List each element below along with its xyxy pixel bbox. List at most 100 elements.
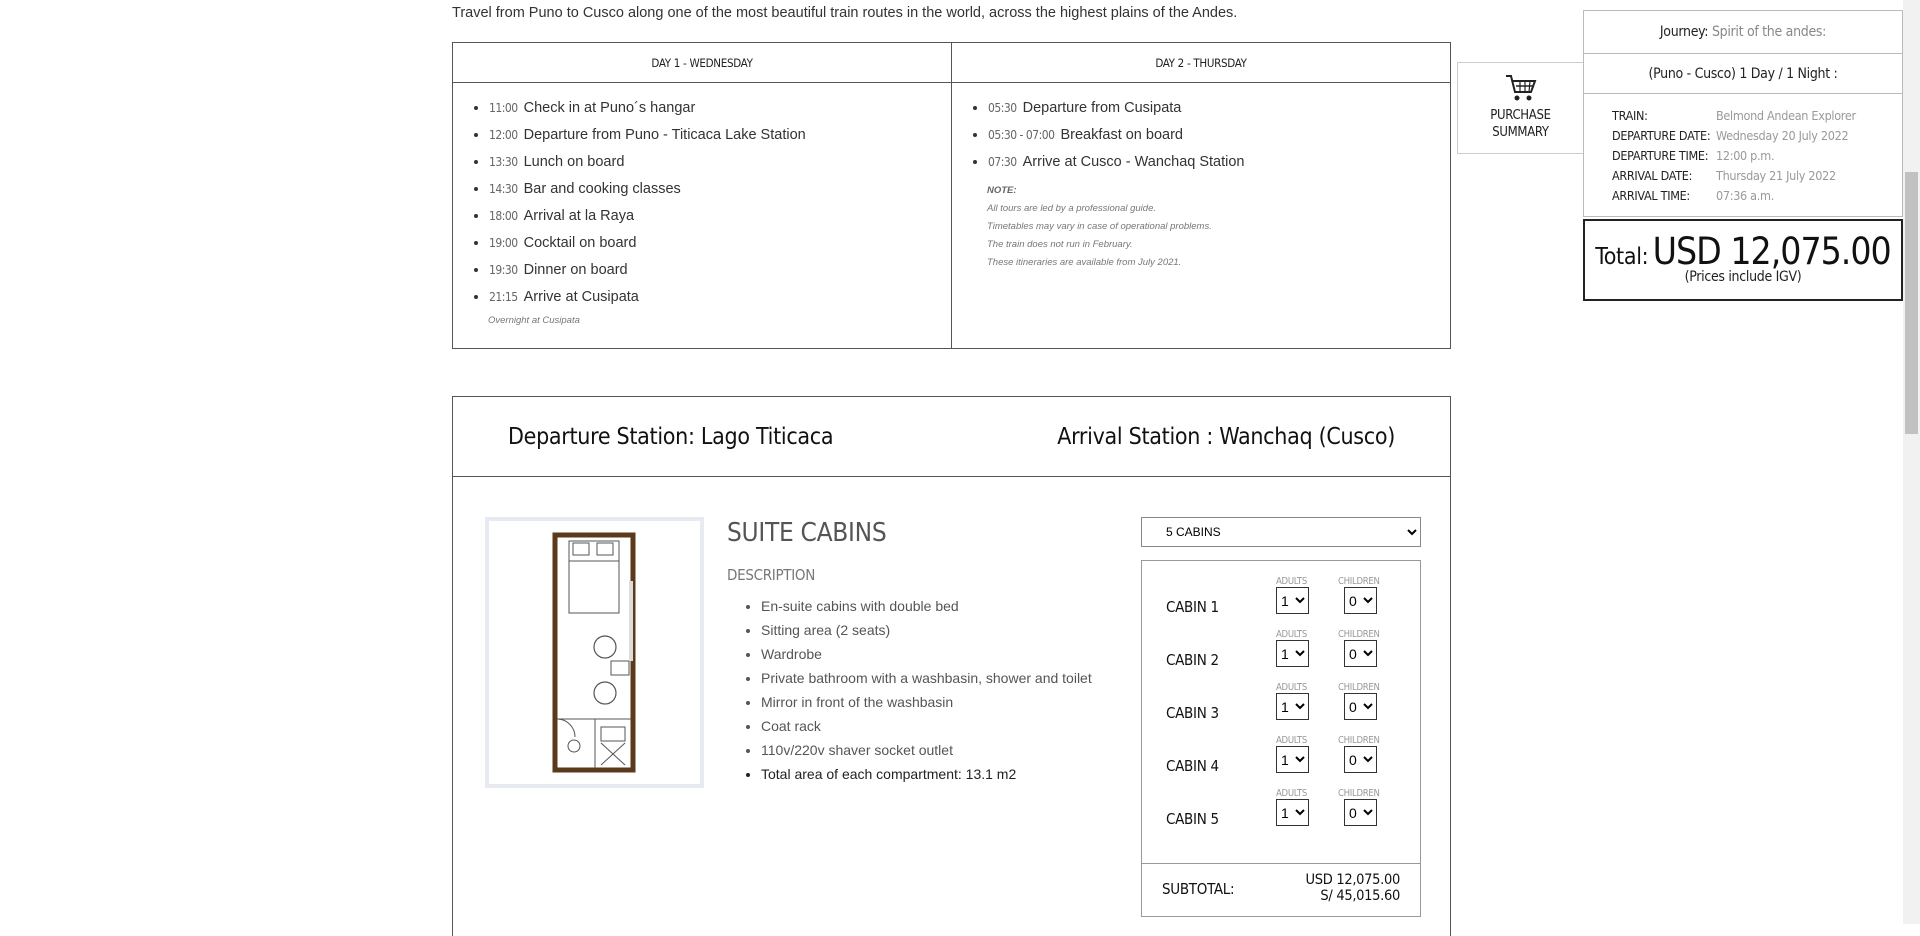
feature-item: Coat rack bbox=[761, 714, 1092, 738]
day-2-header: DAY 2 - THURSDAY bbox=[952, 43, 1450, 83]
schedule-item: 21:15 Arrive at Cusipata bbox=[489, 284, 951, 311]
schedule-time: 19:00 bbox=[489, 236, 518, 250]
schedule-time: 05:30 bbox=[988, 101, 1017, 115]
schedule-item: 19:30 Dinner on board bbox=[489, 257, 951, 284]
cabin-row: CABIN 3 ADULTS CHILDREN 1 0 bbox=[1142, 682, 1420, 735]
schedule-time: 11:00 bbox=[489, 101, 518, 115]
cabin-name: CABIN 5 bbox=[1166, 810, 1219, 828]
stations-bar: Departure Station: Lago Titicaca Arrival… bbox=[452, 396, 1451, 477]
summary-key: DEPARTURE DATE: bbox=[1612, 128, 1711, 143]
purchase-summary-label-2: SUMMARY bbox=[1492, 125, 1549, 140]
children-label: CHILDREN bbox=[1338, 682, 1380, 693]
schedule-item: 14:30 Bar and cooking classes bbox=[489, 176, 951, 203]
feature-item: Mirror in front of the washbasin bbox=[761, 690, 1092, 714]
feature-item: Private bathroom with a washbasin, showe… bbox=[761, 666, 1092, 690]
schedule-time: 18:00 bbox=[489, 209, 518, 223]
cabin-row: CABIN 1 ADULTS CHILDREN 1 0 bbox=[1142, 576, 1420, 629]
page-scrollbar[interactable] bbox=[1903, 0, 1920, 924]
schedule-time: 13:30 bbox=[489, 155, 518, 169]
cabin-features: En-suite cabins with double bed Sitting … bbox=[727, 594, 1092, 786]
children-select[interactable]: 0 bbox=[1344, 799, 1377, 826]
schedule-item: 11:00 Check in at Puno´s hangar bbox=[489, 95, 951, 122]
cabin-floor-plan bbox=[485, 517, 704, 788]
schedule-time: 21:15 bbox=[489, 290, 518, 304]
adults-select[interactable]: 1 bbox=[1276, 746, 1309, 773]
schedule-time: 12:00 bbox=[489, 128, 518, 142]
day-1-header: DAY 1 - WEDNESDAY bbox=[453, 43, 951, 83]
subtotal-usd: USD 12,075.00 bbox=[1305, 872, 1401, 888]
description-title: DESCRIPTION bbox=[727, 566, 816, 584]
adults-select[interactable]: 1 bbox=[1276, 799, 1309, 826]
total-value: USD 12,075.00 bbox=[1652, 230, 1892, 273]
schedule-text: Departure from Cusipata bbox=[1022, 100, 1182, 116]
adults-select[interactable]: 1 bbox=[1276, 587, 1309, 614]
itinerary-notes: NOTE: All tours are led by a professiona… bbox=[987, 182, 1450, 272]
cabin-row: CABIN 5 ADULTS CHILDREN 1 0 bbox=[1142, 788, 1420, 841]
feature-item: 110v/220v shaver socket outlet bbox=[761, 738, 1092, 762]
children-label: CHILDREN bbox=[1338, 788, 1380, 799]
adults-label: ADULTS bbox=[1276, 629, 1307, 640]
note-line: Timetables may vary in case of operation… bbox=[987, 221, 1212, 232]
summary-key: ARRIVAL DATE: bbox=[1612, 168, 1693, 183]
children-select[interactable]: 0 bbox=[1344, 746, 1377, 773]
purchase-summary-button[interactable]: PURCHASE SUMMARY bbox=[1457, 62, 1584, 154]
cabin-name: CABIN 2 bbox=[1166, 651, 1219, 669]
subtotal-row: SUBTOTAL: USD 12,075.00 S/ 45,015.60 bbox=[1142, 863, 1420, 916]
summary-total: Total: USD 12,075.00 (Prices include IGV… bbox=[1583, 219, 1903, 301]
schedule-item: 05:30 - 07:00 Breakfast on board bbox=[988, 122, 1450, 149]
summary-route: (Puno - Cusco) 1 Day / 1 Night : bbox=[1583, 54, 1903, 94]
day-1-schedule: 11:00 Check in at Puno´s hangar 12:00 Depa… bbox=[453, 95, 951, 311]
cabin-count-select[interactable]: 5 CABINS bbox=[1141, 517, 1421, 547]
summary-key: TRAIN: bbox=[1612, 108, 1648, 123]
intro-text: Travel from Puno to Cusco along one of t… bbox=[452, 5, 1238, 21]
schedule-time: 19:30 bbox=[489, 263, 518, 277]
schedule-time: 14:30 bbox=[489, 182, 518, 196]
overnight-note: Overnight at Cusipata bbox=[488, 315, 580, 326]
children-select[interactable]: 0 bbox=[1344, 587, 1377, 614]
schedule-text: Arrive at Cusco - Wanchaq Station bbox=[1022, 154, 1245, 170]
cabin-name: CABIN 3 bbox=[1166, 704, 1219, 722]
schedule-text: Check in at Puno´s hangar bbox=[523, 100, 696, 116]
children-label: CHILDREN bbox=[1338, 629, 1380, 640]
cabin-row: CABIN 4 ADULTS CHILDREN 1 0 bbox=[1142, 735, 1420, 788]
feature-item: En-suite cabins with double bed bbox=[761, 594, 1092, 618]
schedule-time: 05:30 - 07:00 bbox=[988, 128, 1055, 142]
cabin-type-title: SUITE CABINS bbox=[727, 518, 887, 548]
schedule-text: Arrive at Cusipata bbox=[523, 289, 639, 305]
schedule-item: 05:30 Departure from Cusipata bbox=[988, 95, 1450, 122]
journey-label: Journey: bbox=[1659, 24, 1709, 40]
adults-label: ADULTS bbox=[1276, 576, 1307, 587]
arrival-station: Arrival Station : Wanchaq (Cusco) bbox=[1057, 423, 1395, 450]
summary-value: Wednesday 20 July 2022 bbox=[1716, 128, 1849, 143]
summary-row: ARRIVAL TIME: 07:36 a.m. bbox=[1612, 186, 1902, 206]
adults-label: ADULTS bbox=[1276, 735, 1307, 746]
cabin-section: SUITE CABINS DESCRIPTION En-suite cabins… bbox=[452, 476, 1451, 936]
note-line: These itineraries are available from Jul… bbox=[987, 257, 1182, 268]
departure-station: Departure Station: Lago Titicaca bbox=[508, 423, 834, 450]
feature-item: Wardrobe bbox=[761, 642, 1092, 666]
cabin-name: CABIN 1 bbox=[1166, 598, 1219, 616]
feature-item: Sitting area (2 seats) bbox=[761, 618, 1092, 642]
day-2-column: DAY 2 - THURSDAY 05:30 Departure from Cus… bbox=[951, 43, 1450, 348]
scrollbar-thumb[interactable] bbox=[1905, 172, 1918, 434]
summary-row: DEPARTURE TIME: 12:00 p.m. bbox=[1612, 146, 1902, 166]
schedule-item: 13:30 Lunch on board bbox=[489, 149, 951, 176]
feature-item: Total area of each compartment: 13.1 m2 bbox=[761, 762, 1092, 786]
cabin-occupancy-box: CABIN 1 ADULTS CHILDREN 1 0 CABIN 2 ADUL… bbox=[1141, 560, 1421, 917]
adults-select[interactable]: 1 bbox=[1276, 640, 1309, 667]
shopping-cart-icon bbox=[1505, 75, 1536, 101]
journey-value: Spirit of the andes: bbox=[1711, 24, 1827, 40]
day-2-schedule: 05:30 Departure from Cusipata 05:30 - 07:… bbox=[952, 95, 1450, 176]
summary-key: DEPARTURE TIME: bbox=[1612, 148, 1709, 163]
adults-select[interactable]: 1 bbox=[1276, 693, 1309, 720]
children-select[interactable]: 0 bbox=[1344, 693, 1377, 720]
schedule-text: Departure from Puno - Titicaca Lake Stat… bbox=[523, 127, 806, 143]
summary-value: 07:36 a.m. bbox=[1716, 188, 1774, 203]
children-select[interactable]: 0 bbox=[1344, 640, 1377, 667]
adults-label: ADULTS bbox=[1276, 788, 1307, 799]
schedule-text: Cocktail on board bbox=[523, 235, 637, 251]
purchase-summary-label-1: PURCHASE bbox=[1490, 108, 1551, 123]
schedule-time: 07:30 bbox=[988, 155, 1017, 169]
schedule-item: 18:00 Arrival at la Raya bbox=[489, 203, 951, 230]
schedule-text: Arrival at la Raya bbox=[523, 208, 635, 224]
